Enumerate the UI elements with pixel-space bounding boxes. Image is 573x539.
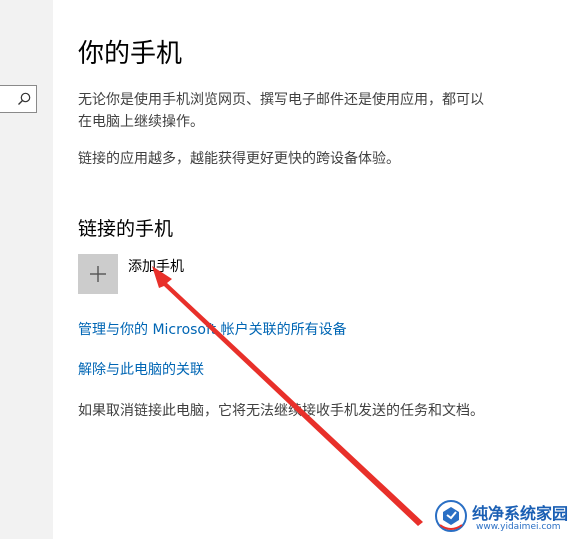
watermark-name: 纯净系统家园 — [472, 504, 569, 523]
add-phone-label: 添加手机 — [128, 259, 184, 275]
sidebar — [0, 0, 53, 539]
watermark: 纯净系统家园 www.yidaimei.com — [432, 496, 570, 538]
watermark-logo-icon — [435, 500, 467, 532]
linked-phones-heading: 链接的手机 — [78, 218, 174, 240]
description-text: 在电脑上继续操作。 — [78, 114, 204, 130]
page-title: 你的手机 — [78, 39, 183, 69]
description-text: 无论你是使用手机浏览网页、撰写电子邮件还是使用应用，都可以 — [78, 92, 484, 108]
description-text: 链接的应用越多，越能获得更好更快的跨设备体验。 — [78, 151, 400, 167]
add-phone-tile — [78, 254, 118, 294]
plus-icon — [90, 266, 106, 282]
add-phone-button[interactable]: 添加手机 — [78, 254, 278, 294]
manage-devices-link[interactable]: 管理与你的 Microsoft 帐户关联的所有设备 — [78, 319, 347, 339]
unlink-note: 如果取消链接此电脑，它将无法继续接收手机发送的任务和文档。 — [78, 403, 484, 419]
watermark-url: www.yidaimei.com — [476, 522, 561, 532]
search-input[interactable] — [0, 85, 37, 113]
unlink-pc-link[interactable]: 解除与此电脑的关联 — [78, 359, 204, 379]
settings-window: 你的手机 无论你是使用手机浏览网页、撰写电子邮件还是使用应用，都可以 在电脑上继… — [0, 0, 573, 539]
search-icon — [18, 92, 31, 105]
